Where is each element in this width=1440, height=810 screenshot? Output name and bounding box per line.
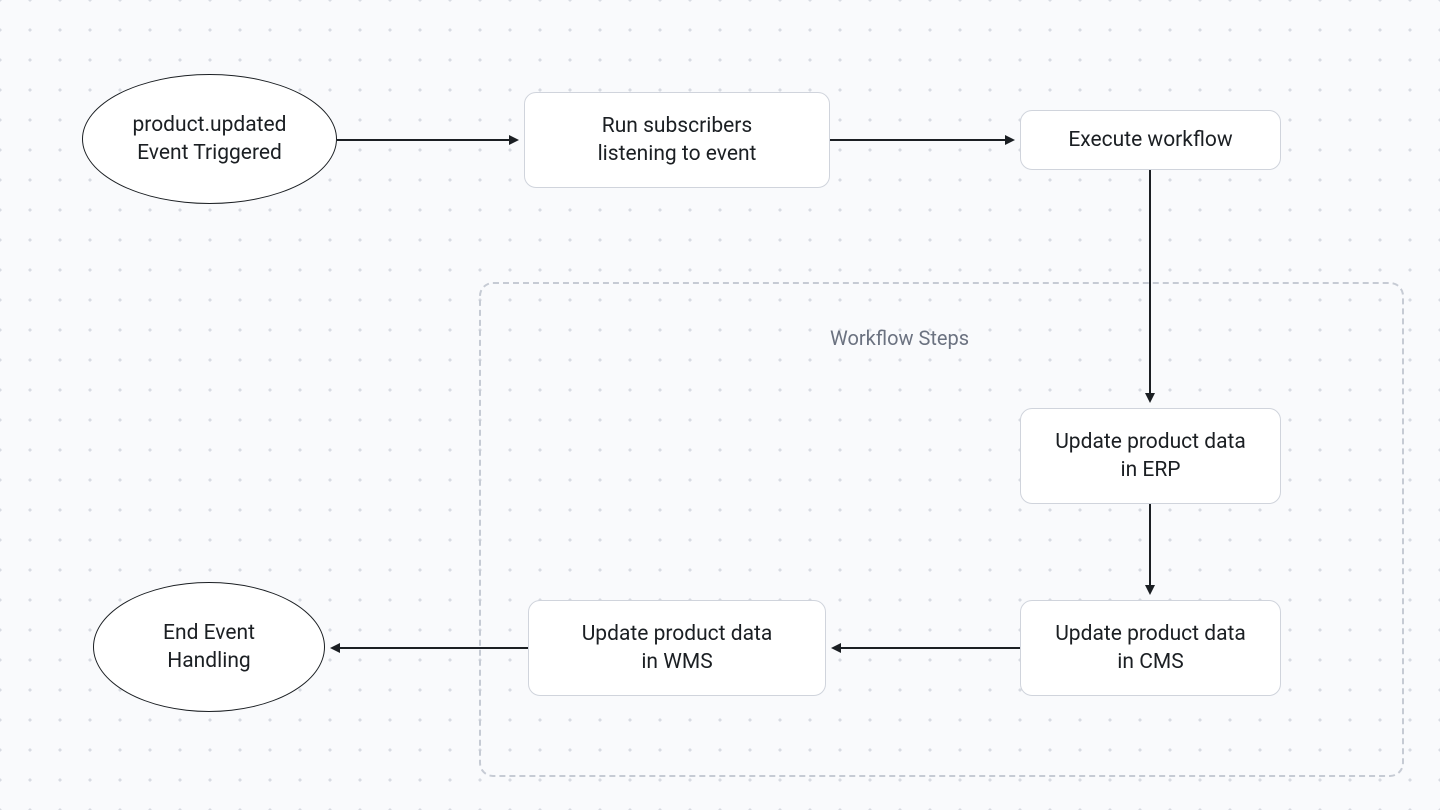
node-wms: Update product data in WMS xyxy=(528,600,826,696)
node-erp: Update product data in ERP xyxy=(1020,408,1281,504)
node-subscribers-text: Run subscribers listening to event xyxy=(598,112,757,169)
node-subscribers: Run subscribers listening to event xyxy=(524,92,830,188)
flowchart-canvas: Workflow Steps product.updated Event Tri… xyxy=(0,0,1440,810)
node-cms: Update product data in CMS xyxy=(1020,600,1281,696)
node-execute-text: Execute workflow xyxy=(1068,126,1232,154)
workflow-steps-group xyxy=(479,282,1404,777)
node-start: product.updated Event Triggered xyxy=(82,74,337,204)
node-start-text: product.updated Event Triggered xyxy=(133,111,287,168)
node-wms-text: Update product data in WMS xyxy=(582,620,773,677)
workflow-steps-label: Workflow Steps xyxy=(830,326,969,350)
node-erp-text: Update product data in ERP xyxy=(1055,428,1246,485)
node-cms-text: Update product data in CMS xyxy=(1055,620,1246,677)
node-end-text: End Event Handling xyxy=(163,619,255,676)
node-end: End Event Handling xyxy=(93,582,325,712)
node-execute: Execute workflow xyxy=(1020,110,1281,170)
